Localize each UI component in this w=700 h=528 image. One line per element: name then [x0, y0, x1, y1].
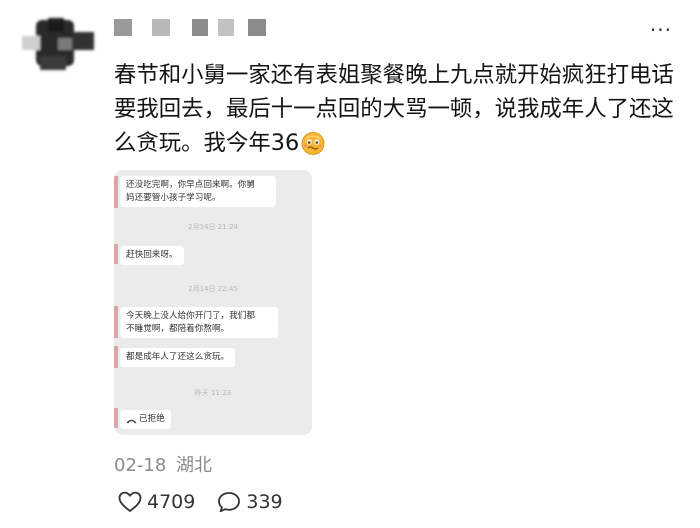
chat-timestamp: 2月14日 22:45	[188, 285, 238, 293]
post-content: 春节和小舅一家还有表姐聚餐晚上九点就开始疯狂打电话要我回去，最后十一点回的大骂一…	[114, 58, 684, 160]
chat-timestamp: 2月14日 21:24	[188, 223, 238, 231]
comment-count: 339	[246, 491, 283, 513]
post-meta: 02-18 湖北	[114, 451, 212, 477]
chat-message: 赶快回来呀。	[120, 246, 184, 265]
like-count: 4709	[147, 491, 196, 513]
nervous-face-emoji-icon	[300, 130, 326, 156]
chat-message: 都是成年人了还这么贪玩。	[120, 348, 236, 367]
avatar[interactable]	[18, 14, 102, 76]
post-text: 春节和小舅一家还有表姐聚餐晚上九点就开始疯狂打电话要我回去，最后十一点回的大骂一…	[114, 62, 674, 156]
phone-declined-icon	[126, 416, 137, 423]
sender-avatar-redacted	[114, 306, 118, 338]
post-location: 湖北	[176, 455, 213, 476]
chat-message: 今天晚上没人给你开门了，我们都 不睡觉啊，都陪着你熬啊。	[120, 307, 278, 338]
sender-avatar-redacted	[114, 244, 118, 264]
username-redacted[interactable]	[114, 19, 274, 39]
sender-avatar-redacted	[114, 346, 118, 368]
comment-icon	[217, 491, 241, 513]
sender-avatar-redacted	[114, 176, 118, 208]
comment-button[interactable]: 339	[217, 491, 283, 513]
heart-icon	[118, 491, 142, 513]
chat-screenshot-image[interactable]: 还没吃完啊，你早点回来啊。你舅 妈还要管小孩子学习呢。 2月14日 21:24 …	[114, 170, 312, 435]
post-date: 02-18	[114, 455, 167, 476]
post-actions: 4709 339	[118, 488, 283, 516]
chat-message: 还没吃完啊，你早点回来啊。你舅 妈还要管小孩子学习呢。	[120, 176, 276, 207]
chat-timestamp: 昨天 11:23	[194, 389, 232, 397]
chat-call-status: 已拒绝	[120, 410, 171, 429]
more-options-icon[interactable]: ···	[650, 20, 672, 40]
sender-avatar-redacted	[114, 408, 118, 428]
like-button[interactable]: 4709	[118, 491, 195, 513]
